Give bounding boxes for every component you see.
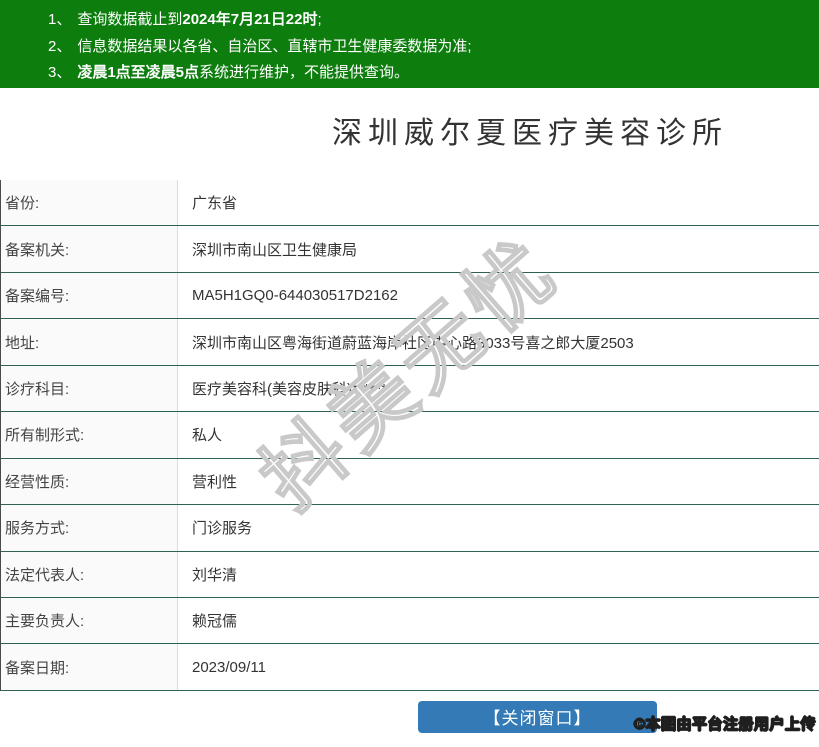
notice-text-bold: 凌晨1点至凌晨5点 <box>77 64 200 81</box>
notice-number: 1、 <box>48 11 72 28</box>
row-label: 法定代表人: <box>1 551 178 597</box>
table-row: 地址: 深圳市南山区粤海街道蔚蓝海岸社区中心路3033号喜之郎大厦2503 <box>1 319 819 366</box>
row-value: 私人 <box>192 427 223 445</box>
notice-text: ; <box>317 11 322 28</box>
table-row: 服务方式: 门诊服务 <box>1 505 819 552</box>
row-label: 所有制形式: <box>1 412 178 458</box>
row-label: 备案日期: <box>1 644 178 690</box>
notice-number: 2、 <box>48 37 72 55</box>
notice-line: 1、 查询数据截止到2024年7月21日22时; <box>48 7 809 34</box>
footer: 【关闭窗口】 ©本图由平台注册用户上传 <box>0 691 819 747</box>
row-label: 服务方式: <box>1 505 178 551</box>
notice-text: 信息数据结果以各省、自治区、直辖市卫生健康委数据为准; <box>77 37 472 55</box>
notice-line: 2、 信息数据结果以各省、自治区、直辖市卫生健康委数据为准; <box>48 34 809 61</box>
registration-page: 1、 查询数据截止到2024年7月21日22时; 2、 信息数据结果以各省、自治区、… <box>0 0 819 747</box>
row-label: 地址: <box>1 319 178 365</box>
info-table: 省份: 广东省 备案机关: 深圳市南山区卫生健康局 备案编号: MA5H1GQ0… <box>0 180 819 691</box>
row-label: 诊疗科目: <box>1 365 178 412</box>
row-value: 广东省 <box>192 195 238 213</box>
notice-bar: 1、 查询数据截止到2024年7月21日22时; 2、 信息数据结果以各省、自治区、… <box>0 0 819 88</box>
row-value: 深圳市南山区卫生健康局 <box>192 241 358 259</box>
table-row: 备案编号: MA5H1GQ0-644030517D2162 <box>1 272 819 320</box>
row-value: 赖冠儒 <box>192 613 238 631</box>
row-value: 深圳市南山区粤海街道蔚蓝海岸社区中心路3033号喜之郎大厦2503 <box>192 334 634 352</box>
row-label: 省份: <box>1 180 178 226</box>
row-value: 医疗美容科(美容皮肤科)****** <box>192 380 388 398</box>
title-area: 深圳威尔夏医疗美容诊所 <box>0 88 819 180</box>
notice-list: 1、 查询数据截止到2024年7月21日22时; 2、 信息数据结果以各省、自治区、… <box>48 7 809 87</box>
notice-text-bold: 2024年7月21日22时 <box>182 11 318 28</box>
row-value: MA5H1GQ0-644030517D2162 <box>192 287 398 305</box>
table-row: 法定代表人: 刘华清 <box>1 551 819 598</box>
table-row: 经营性质: 营利性 <box>1 458 819 506</box>
row-label: 主要负责人: <box>1 597 178 644</box>
row-value: 门诊服务 <box>192 520 253 538</box>
row-value: 营利性 <box>192 473 238 491</box>
close-window-button[interactable]: 【关闭窗口】 <box>418 700 657 733</box>
table-row: 省份: 广东省 <box>1 180 819 227</box>
clinic-title: 深圳威尔夏医疗美容诊所 <box>332 117 728 151</box>
row-value: 2023/09/11 <box>192 658 266 676</box>
notice-line: 3、 凌晨1点至凌晨5点系统进行维护，不能提供查询。 <box>48 60 809 87</box>
row-value: 刘华清 <box>192 566 238 584</box>
upload-note: ©本图由平台注册用户上传 <box>633 715 816 733</box>
table-row: 备案日期: 2023/09/11 <box>1 644 819 691</box>
table-row: 诊疗科目: 医疗美容科(美容皮肤科)****** <box>1 365 819 413</box>
notice-number: 3、 <box>48 64 72 81</box>
notice-text: 查询数据截止到 <box>77 11 183 28</box>
table-row: 备案机关: 深圳市南山区卫生健康局 <box>1 226 819 273</box>
table-row: 主要负责人: 赖冠儒 <box>1 597 819 645</box>
row-label: 备案机关: <box>1 226 178 272</box>
table-row: 所有制形式: 私人 <box>1 412 819 459</box>
row-label: 备案编号: <box>1 272 178 319</box>
notice-text: 系统进行维护，不能提供查询。 <box>199 64 410 81</box>
row-label: 经营性质: <box>1 458 178 505</box>
